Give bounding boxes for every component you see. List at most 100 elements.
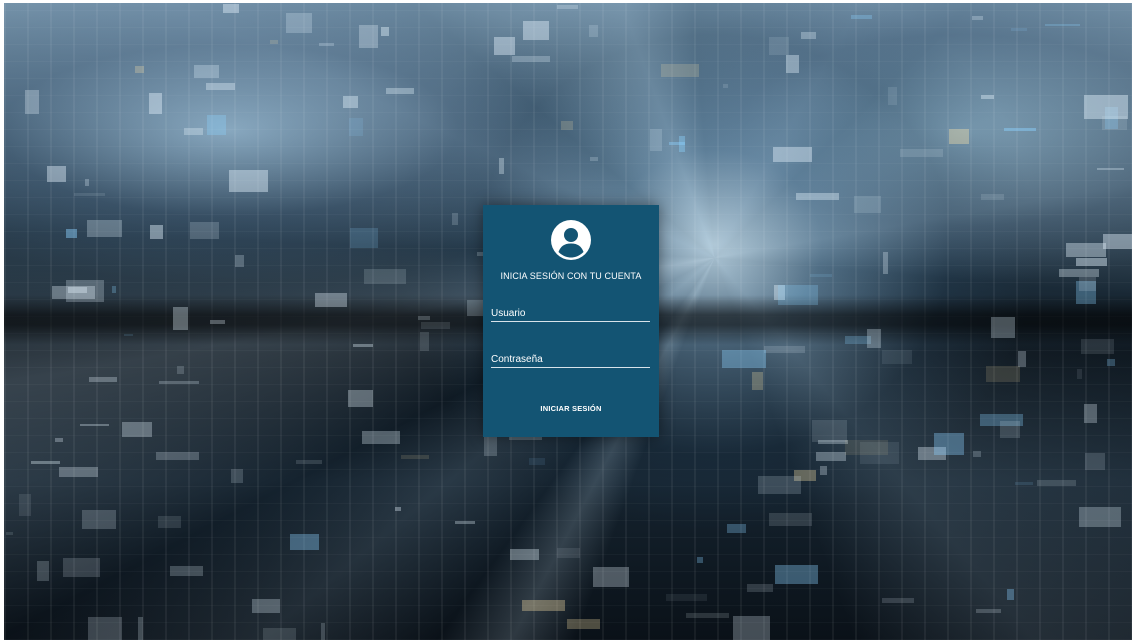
username-input[interactable] (491, 305, 650, 322)
background-light-block (666, 594, 707, 601)
background-light-block (206, 83, 235, 90)
background-light-block (820, 466, 827, 475)
background-light-block (758, 476, 801, 494)
background-light-block (353, 344, 373, 347)
background-light-block (512, 56, 550, 62)
background-light-block (395, 507, 401, 511)
background-light-block (1079, 277, 1096, 291)
background-light-block (252, 599, 280, 613)
background-light-block (223, 4, 239, 13)
background-light-block (321, 623, 325, 640)
background-light-block (1045, 24, 1080, 26)
background-light-block (522, 600, 565, 611)
page-background: INICIA SESIÓN CON TU CUENTA INICIAR SESI… (4, 3, 1132, 640)
background-light-block (37, 561, 49, 581)
background-light-block (421, 322, 450, 329)
background-light-block (567, 619, 600, 629)
background-light-block (235, 255, 244, 267)
background-light-block (25, 90, 39, 114)
background-light-block (1000, 421, 1020, 438)
background-light-block (210, 320, 225, 324)
background-light-block (173, 307, 188, 330)
background-light-block (854, 196, 881, 213)
background-light-block (1004, 128, 1036, 131)
background-light-block (590, 157, 598, 161)
background-light-block (786, 55, 799, 73)
background-light-block (1007, 589, 1014, 600)
background-light-block (156, 452, 199, 460)
background-light-block (190, 222, 219, 239)
background-light-block (177, 366, 184, 374)
background-light-block (747, 584, 773, 592)
background-light-block (851, 15, 872, 19)
background-light-block (773, 147, 812, 162)
background-light-block (801, 32, 816, 39)
background-light-block (650, 129, 662, 151)
background-light-block (350, 228, 378, 248)
background-light-block (47, 166, 66, 182)
background-light-block (986, 366, 1020, 382)
background-light-block (359, 25, 378, 48)
background-light-block (499, 158, 504, 174)
background-light-block (31, 461, 60, 464)
background-light-block (420, 332, 429, 351)
background-light-block (686, 613, 729, 618)
background-light-block (934, 433, 964, 455)
background-light-block (769, 37, 789, 55)
background-light-block (1011, 28, 1027, 31)
background-light-block (769, 513, 812, 526)
background-light-block (778, 285, 818, 305)
background-light-block (972, 16, 983, 20)
background-light-block (981, 95, 994, 99)
background-light-block (529, 458, 545, 465)
background-light-block (1081, 339, 1114, 354)
background-light-block (1097, 168, 1124, 170)
background-light-block (138, 617, 143, 640)
background-light-block (112, 286, 116, 293)
background-light-block (55, 438, 63, 442)
background-light-block (764, 346, 805, 353)
background-light-block (882, 598, 914, 603)
background-light-block (1037, 480, 1076, 486)
password-input[interactable] (491, 351, 650, 368)
background-light-block (150, 225, 163, 239)
background-light-block (66, 229, 77, 238)
background-light-block (184, 128, 203, 135)
background-light-block (1076, 258, 1107, 266)
background-light-block (1066, 243, 1106, 257)
background-light-block (80, 424, 109, 426)
background-light-block (883, 252, 888, 274)
background-light-block (194, 65, 219, 78)
background-light-block (74, 193, 105, 196)
background-light-block (976, 609, 1001, 613)
background-light-block (1059, 269, 1099, 277)
background-light-block (170, 566, 203, 576)
background-light-block (949, 129, 969, 144)
background-light-block (59, 467, 98, 477)
background-light-block (697, 557, 703, 563)
background-light-block (231, 469, 243, 483)
background-light-block (158, 516, 181, 528)
background-light-block (1018, 351, 1026, 367)
background-light-block (401, 455, 429, 459)
background-light-block (286, 13, 312, 33)
background-light-block (207, 115, 226, 135)
background-light-block (723, 84, 728, 88)
background-light-block (19, 494, 31, 516)
background-light-block (319, 43, 334, 46)
background-light-block (381, 27, 389, 36)
login-button[interactable]: INICIAR SESIÓN (521, 400, 621, 416)
background-light-block (1077, 369, 1082, 379)
background-light-block (1079, 507, 1121, 527)
background-light-block (124, 334, 133, 336)
background-light-block (557, 548, 580, 558)
background-light-block (88, 617, 122, 640)
background-light-block (845, 440, 888, 455)
background-light-block (810, 274, 832, 277)
background-light-block (348, 390, 373, 407)
background-light-block (1103, 234, 1132, 249)
background-light-block (89, 377, 117, 382)
background-light-block (679, 136, 685, 152)
background-light-block (523, 21, 549, 40)
background-light-block (561, 121, 573, 130)
